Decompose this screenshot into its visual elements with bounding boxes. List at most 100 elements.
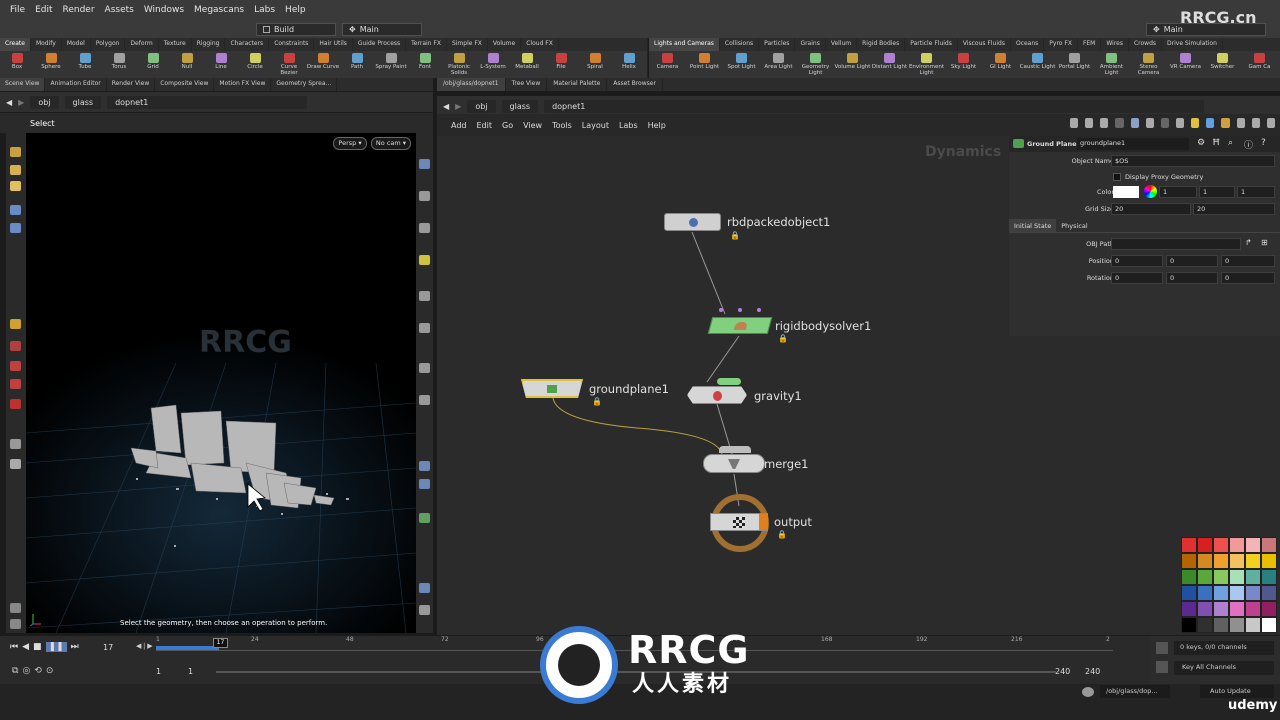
- path-dopnet[interactable]: dopnet1: [544, 99, 1205, 113]
- shelf-tool-caustic-light[interactable]: Caustic Light: [1019, 52, 1056, 78]
- net-menu-edit[interactable]: Edit: [477, 121, 493, 130]
- shelf-tool-path[interactable]: Path: [340, 52, 374, 78]
- realtime-icon[interactable]: ⧉: [12, 666, 18, 676]
- position-z-field[interactable]: 0: [1221, 255, 1275, 267]
- shelf-tab-polygon[interactable]: Polygon: [91, 38, 126, 51]
- jump-end-icon[interactable]: ⏭: [71, 642, 79, 652]
- shelf-tab-collisions[interactable]: Collisions: [720, 38, 760, 51]
- info-icon[interactable]: [1266, 118, 1275, 128]
- jump-arrow-icon[interactable]: ↱: [1245, 238, 1252, 247]
- shelf-tool-draw-curve[interactable]: Draw Curve: [306, 52, 340, 78]
- palette-swatch[interactable]: [1197, 617, 1213, 633]
- net-menu-labs[interactable]: Labs: [619, 121, 638, 130]
- shelf-tool-tube[interactable]: Tube: [68, 52, 102, 78]
- palette-swatch[interactable]: [1229, 537, 1245, 553]
- shelf-tab-wires[interactable]: Wires: [1101, 38, 1129, 51]
- viewport-tab-render-view[interactable]: Render View: [107, 78, 156, 91]
- shelf-tool-spiral[interactable]: Spiral: [578, 52, 612, 78]
- shelf-tab-viscous-fluids[interactable]: Viscous Fluids: [958, 38, 1011, 51]
- network-tab-tree-view[interactable]: Tree View: [506, 78, 548, 91]
- net-menu-help[interactable]: Help: [648, 121, 666, 130]
- shelf-tool-l-system[interactable]: L-System: [476, 52, 510, 78]
- net-menu-layout[interactable]: Layout: [582, 121, 609, 130]
- palette-swatch[interactable]: [1245, 553, 1261, 569]
- shelf-tab-cloud-fx[interactable]: Cloud FX: [521, 38, 559, 51]
- shelf-tab-simple-fx[interactable]: Simple FX: [447, 38, 488, 51]
- palette-swatch[interactable]: [1245, 569, 1261, 585]
- node-name-field[interactable]: groundplane1: [1077, 138, 1189, 150]
- position-y-field[interactable]: 0: [1166, 255, 1218, 267]
- shelf-tool-environment-light[interactable]: Environment Light: [908, 52, 945, 78]
- palette-swatch[interactable]: [1213, 569, 1229, 585]
- shelf-tool-line[interactable]: Line: [204, 52, 238, 78]
- shelf-tab-characters[interactable]: Characters: [225, 38, 270, 51]
- rotation-z-field[interactable]: 0: [1221, 272, 1275, 284]
- shelf-tab-model[interactable]: Model: [62, 38, 91, 51]
- network-view-icon[interactable]: [1130, 118, 1139, 128]
- palette-swatch[interactable]: [1181, 553, 1197, 569]
- play-reverse-icon[interactable]: ◀: [22, 642, 29, 652]
- shelf-tab-grains[interactable]: Grains: [795, 38, 826, 51]
- palette-swatch[interactable]: [1229, 601, 1245, 617]
- palette-swatch[interactable]: [1181, 569, 1197, 585]
- shelf-tab-terrain-fx[interactable]: Terrain FX: [406, 38, 447, 51]
- shading-icon[interactable]: [419, 223, 430, 233]
- shelf-tool-switcher[interactable]: Switcher: [1204, 52, 1241, 78]
- color-r-field[interactable]: 1: [1159, 186, 1197, 198]
- menu-megascans[interactable]: Megascans: [194, 5, 244, 15]
- shelf-tab-pyro-fx[interactable]: Pyro FX: [1044, 38, 1078, 51]
- menu-file[interactable]: File: [10, 5, 25, 15]
- search-icon[interactable]: ⌕: [1228, 138, 1233, 148]
- shelf-tab-create[interactable]: Create: [0, 38, 31, 51]
- magnet2-icon[interactable]: [10, 399, 21, 409]
- shelf-tab-drive-simulation[interactable]: Drive Simulation: [1162, 38, 1223, 51]
- menu-labs[interactable]: Labs: [254, 5, 275, 15]
- rotation-x-field[interactable]: 0: [1111, 272, 1163, 284]
- auto-update-select[interactable]: Auto Update: [1200, 685, 1274, 698]
- display-proxy-checkbox[interactable]: [1113, 173, 1121, 181]
- back-arrow-icon[interactable]: ◀: [443, 102, 449, 111]
- node-output[interactable]: [710, 513, 768, 531]
- dot-icon[interactable]: [1221, 118, 1230, 128]
- network-tab-obj-glass-dopnet1[interactable]: /obj/glass/dopnet1: [437, 78, 506, 91]
- desktop-select-2[interactable]: ✥ Main: [342, 23, 422, 36]
- palette-swatch[interactable]: [1213, 585, 1229, 601]
- pointer-icon[interactable]: [10, 205, 21, 215]
- shelf-tab-fem[interactable]: FEM: [1078, 38, 1102, 51]
- point-display-icon[interactable]: [419, 323, 430, 333]
- shelf-tab-texture[interactable]: Texture: [159, 38, 192, 51]
- jump-start-icon[interactable]: ⏮: [10, 642, 18, 652]
- snap-icon[interactable]: [10, 379, 21, 389]
- shelf-tool-vr-camera[interactable]: VR Camera: [1167, 52, 1204, 78]
- lock-camera-icon[interactable]: [419, 191, 430, 201]
- shelf-tool-metaball[interactable]: Metaball: [510, 52, 544, 78]
- end-frame-field-2[interactable]: 240: [1085, 667, 1100, 676]
- scene-viewport[interactable]: Persp ▾ No cam ▾ Select the geometry, th…: [26, 133, 416, 633]
- shelf-tool-null[interactable]: Null: [170, 52, 204, 78]
- shelf-tab-constraints[interactable]: Constraints: [269, 38, 315, 51]
- shelf-tab-particle-fluids[interactable]: Particle Fluids: [905, 38, 958, 51]
- ghost-icon[interactable]: [419, 291, 430, 301]
- object-name-field[interactable]: $OS: [1111, 155, 1275, 167]
- shelf-tab-vellum[interactable]: Vellum: [826, 38, 858, 51]
- desktop-select[interactable]: Build: [256, 23, 336, 36]
- shelf-tool-geometry-light[interactable]: Geometry Light: [797, 52, 834, 78]
- rotation-y-field[interactable]: 0: [1166, 272, 1218, 284]
- palette-swatch[interactable]: [1213, 553, 1229, 569]
- palette-swatch[interactable]: [1197, 553, 1213, 569]
- channel-icon[interactable]: [1156, 661, 1168, 673]
- persp-button[interactable]: Persp ▾: [333, 137, 367, 150]
- frame-field[interactable]: 17: [103, 643, 133, 655]
- visibility-icon[interactable]: [10, 619, 21, 629]
- palette-swatch[interactable]: [1245, 617, 1261, 633]
- shelf-tool-torus[interactable]: Torus: [102, 52, 136, 78]
- obj-path-field[interactable]: [1111, 238, 1241, 250]
- loop-icon[interactable]: ⟲: [34, 666, 42, 676]
- camera-icon[interactable]: [10, 439, 21, 449]
- node-gravity[interactable]: [687, 386, 747, 404]
- path-glass[interactable]: glass: [64, 95, 102, 109]
- viewport-tab-animation-editor[interactable]: Animation Editor: [45, 78, 107, 91]
- palette-swatch[interactable]: [1197, 601, 1213, 617]
- display-options-icon[interactable]: [419, 159, 430, 169]
- menu-help[interactable]: Help: [285, 5, 306, 15]
